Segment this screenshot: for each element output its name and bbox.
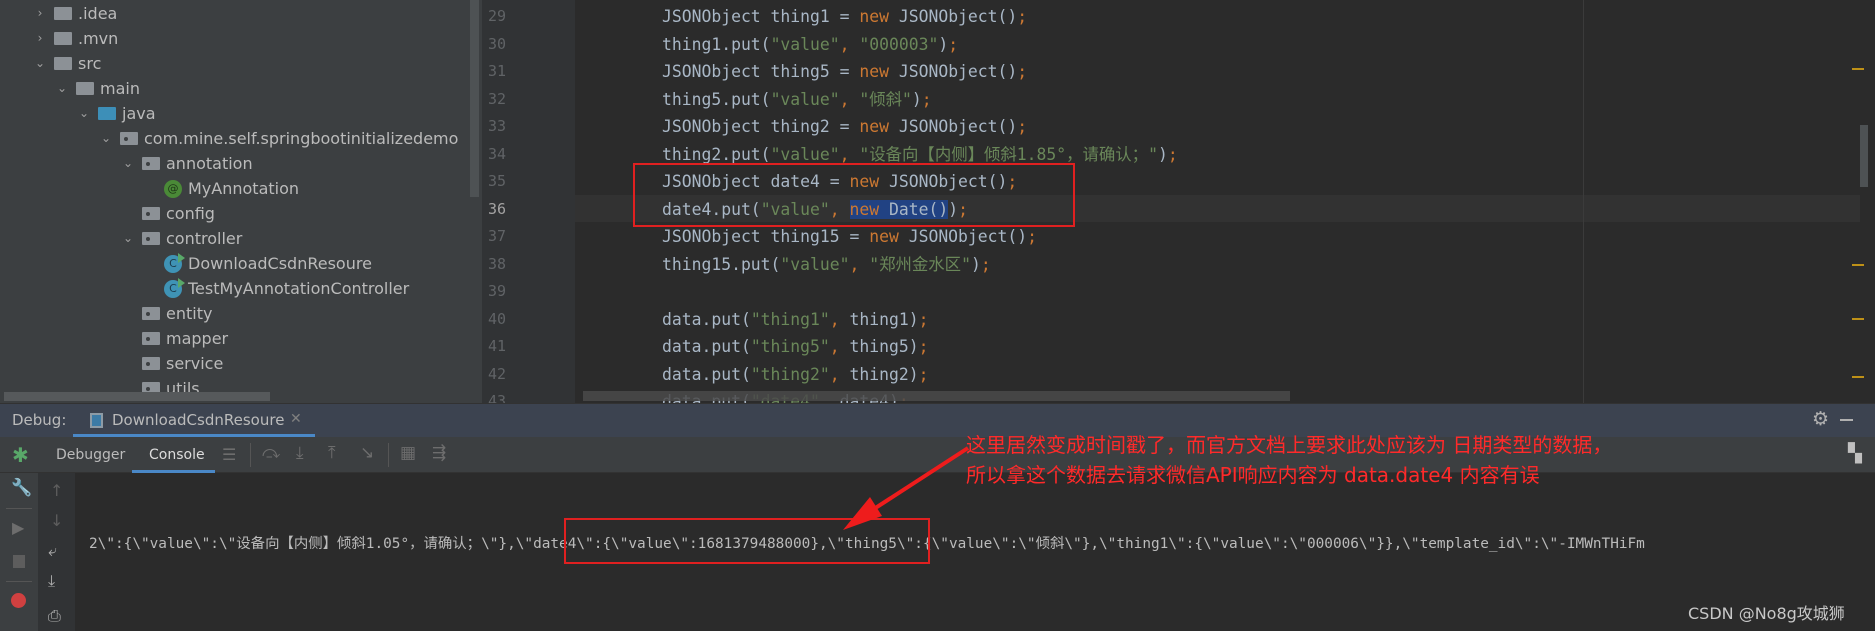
annotation-text: 这里居然变成时间戳了，而官方文档上要求此处应该为 日期类型的数据， 所以拿这个数… — [966, 430, 1612, 490]
arrow-head — [843, 497, 882, 530]
annotation-arrow — [843, 446, 970, 530]
watermark: CSDN @No8g攻城狮 — [1688, 604, 1845, 623]
annotation-line-1: 这里居然变成时间戳了，而官方文档上要求此处应该为 日期类型的数据， — [966, 433, 1613, 457]
annotation-line-2: 所以拿这个数据去请求微信API响应内容为 data.date4 内容有误 — [966, 463, 1540, 487]
